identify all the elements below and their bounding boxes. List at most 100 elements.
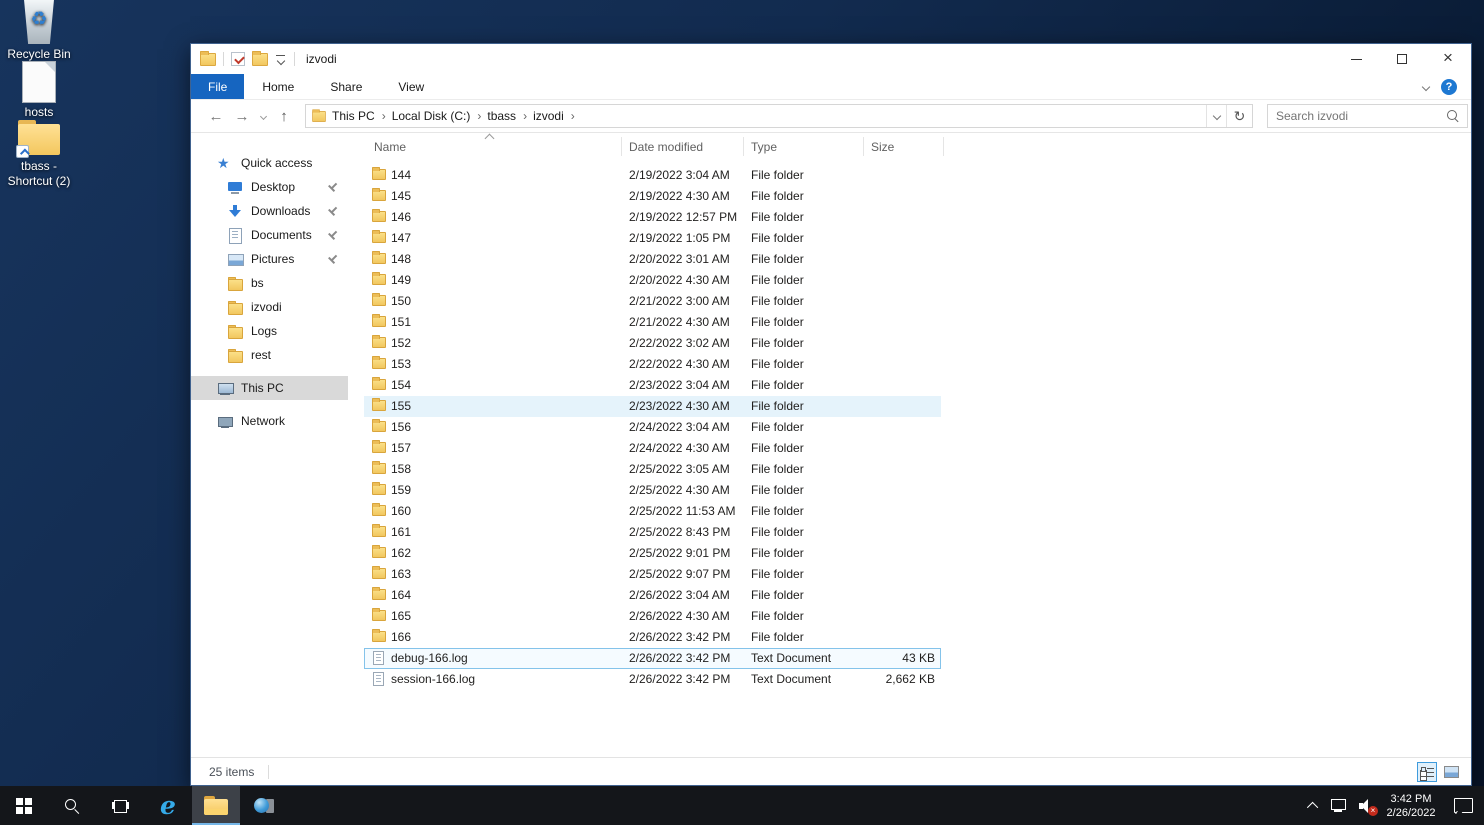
file-row[interactable]: 147 2/19/2022 1:05 PM File folder: [364, 228, 941, 249]
sidebar-item[interactable]: izvodi: [191, 295, 348, 319]
customize-toolbar-icon[interactable]: [275, 53, 287, 65]
file-explorer-button[interactable]: [192, 786, 240, 825]
folder-icon: [372, 568, 386, 579]
file-row[interactable]: 146 2/19/2022 12:57 PM File folder: [364, 207, 941, 228]
sidebar-item[interactable]: Logs: [191, 319, 348, 343]
file-date-modified: 2/25/2022 8:43 PM: [629, 525, 730, 539]
file-row[interactable]: 155 2/23/2022 4:30 AM File folder: [364, 396, 941, 417]
desktop-icon[interactable]: tbass - Shortcut (2): [0, 120, 78, 189]
file-row[interactable]: 165 2/26/2022 4:30 AM File folder: [364, 606, 941, 627]
file-row[interactable]: 144 2/19/2022 3:04 AM File folder: [364, 165, 941, 186]
sidebar-item[interactable]: Quick access: [191, 151, 348, 175]
breadcrumb-segment[interactable]: izvodi: [530, 109, 578, 123]
help-icon[interactable]: [1441, 79, 1457, 95]
breadcrumb-segment[interactable]: Local Disk (C:): [389, 109, 485, 123]
sidebar-item-label: Quick access: [241, 156, 312, 170]
file-row[interactable]: 157 2/24/2022 4:30 AM File folder: [364, 438, 941, 459]
internet-explorer-button[interactable]: e: [144, 786, 192, 825]
file-row[interactable]: 162 2/25/2022 9:01 PM File folder: [364, 543, 941, 564]
file-type: Text Document: [751, 651, 831, 665]
breadcrumb-segment[interactable]: tbass: [484, 109, 530, 123]
file-row[interactable]: debug-166.log 2/26/2022 3:42 PM Text Doc…: [364, 648, 941, 669]
action-center-button[interactable]: [1442, 786, 1484, 825]
file-row[interactable]: 159 2/25/2022 4:30 AM File folder: [364, 480, 941, 501]
sidebar-item[interactable]: This PC: [191, 376, 348, 400]
column-divider[interactable]: [863, 137, 864, 156]
sidebar-item[interactable]: Downloads: [191, 199, 348, 223]
properties-icon[interactable]: [231, 52, 245, 66]
column-divider[interactable]: [621, 137, 622, 156]
tray-overflow-button[interactable]: [1302, 786, 1326, 825]
file-row[interactable]: session-166.log 2/26/2022 3:42 PM Text D…: [364, 669, 941, 690]
pin-icon: [326, 228, 340, 242]
sidebar-item[interactable]: rest: [191, 343, 348, 367]
sidebar-item-icon: [227, 275, 243, 291]
file-row[interactable]: 153 2/22/2022 4:30 AM File folder: [364, 354, 941, 375]
sidebar-item[interactable]: bs: [191, 271, 348, 295]
forward-button[interactable]: [229, 108, 255, 125]
new-folder-icon[interactable]: [252, 53, 268, 66]
sidebar-item[interactable]: Desktop: [191, 175, 348, 199]
file-row[interactable]: 151 2/21/2022 4:30 AM File folder: [364, 312, 941, 333]
file-row[interactable]: 150 2/21/2022 3:00 AM File folder: [364, 291, 941, 312]
file-row[interactable]: 160 2/25/2022 11:53 AM File folder: [364, 501, 941, 522]
ribbon-tab[interactable]: Home: [244, 74, 312, 99]
title-bar[interactable]: izvodi: [191, 44, 1471, 74]
view-toggles: [1417, 762, 1471, 782]
file-row[interactable]: 158 2/25/2022 3:05 AM File folder: [364, 459, 941, 480]
address-bar[interactable]: This PC Local Disk (C:) tbass izvodi: [305, 104, 1253, 128]
file-row[interactable]: 156 2/24/2022 3:04 AM File folder: [364, 417, 941, 438]
remote-app-button[interactable]: [240, 786, 288, 825]
text-file-icon: [373, 672, 384, 686]
desktop-icon[interactable]: Recycle Bin: [0, 0, 78, 62]
desktop-icon-label: hosts: [0, 105, 78, 120]
expand-ribbon-icon[interactable]: [1422, 82, 1430, 90]
search-input[interactable]: [1268, 109, 1446, 123]
address-dropdown-button[interactable]: [1206, 105, 1226, 127]
column-header-size[interactable]: Size: [871, 140, 894, 154]
up-button[interactable]: [271, 108, 297, 125]
ribbon-tab[interactable]: Share: [312, 74, 380, 99]
start-button[interactable]: [0, 786, 48, 825]
clock[interactable]: 3:42 PM2/26/2022: [1380, 786, 1442, 825]
sidebar-item[interactable]: Pictures: [191, 247, 348, 271]
breadcrumb-segment[interactable]: This PC: [329, 109, 389, 123]
file-row[interactable]: 145 2/19/2022 4:30 AM File folder: [364, 186, 941, 207]
back-button[interactable]: [203, 108, 229, 125]
file-row[interactable]: 161 2/25/2022 8:43 PM File folder: [364, 522, 941, 543]
sidebar-item[interactable]: Documents: [191, 223, 348, 247]
close-button[interactable]: [1425, 44, 1471, 74]
column-header-name[interactable]: Name: [374, 140, 406, 154]
ribbon-tab[interactable]: File: [191, 74, 244, 99]
column-header-type[interactable]: Type: [751, 140, 777, 154]
file-row[interactable]: 163 2/25/2022 9:07 PM File folder: [364, 564, 941, 585]
desktop-icon[interactable]: hosts: [0, 62, 78, 120]
minimize-button[interactable]: [1333, 44, 1379, 74]
details-view-button[interactable]: [1417, 762, 1437, 782]
column-divider[interactable]: [943, 137, 944, 156]
file-row[interactable]: 148 2/20/2022 3:01 AM File folder: [364, 249, 941, 270]
file-row[interactable]: 154 2/23/2022 3:04 AM File folder: [364, 375, 941, 396]
network-icon[interactable]: [1326, 786, 1352, 825]
file-row[interactable]: 164 2/26/2022 3:04 AM File folder: [364, 585, 941, 606]
maximize-button[interactable]: [1379, 44, 1425, 74]
file-type: File folder: [751, 567, 804, 581]
recent-locations-button[interactable]: [255, 108, 271, 125]
column-divider[interactable]: [743, 137, 744, 156]
speaker-muted-icon[interactable]: [1352, 786, 1380, 825]
task-view-button[interactable]: [96, 786, 144, 825]
file-name: 147: [391, 231, 411, 245]
refresh-button[interactable]: [1226, 105, 1252, 127]
file-row[interactable]: 166 2/26/2022 3:42 PM File folder: [364, 627, 941, 648]
sidebar-item[interactable]: Network: [191, 409, 348, 433]
file-row[interactable]: 149 2/20/2022 4:30 AM File folder: [364, 270, 941, 291]
sidebar-item-label: Downloads: [251, 204, 310, 218]
file-type: File folder: [751, 504, 804, 518]
column-header-date-modified[interactable]: Date modified: [629, 140, 703, 154]
ribbon-tab[interactable]: View: [380, 74, 442, 99]
search-box[interactable]: [1267, 104, 1468, 128]
thumbnails-view-button[interactable]: [1441, 762, 1461, 782]
taskbar-search-button[interactable]: [48, 786, 96, 825]
file-row[interactable]: 152 2/22/2022 3:02 AM File folder: [364, 333, 941, 354]
folder-shortcut-icon: [16, 120, 62, 156]
